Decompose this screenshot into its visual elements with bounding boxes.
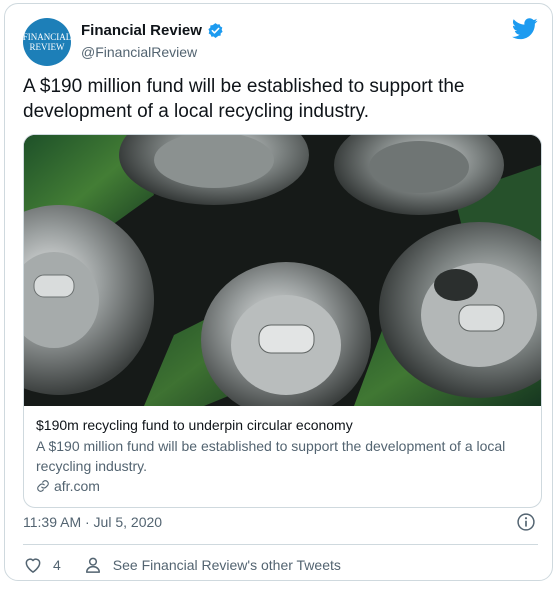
person-icon [85,557,100,573]
like-count[interactable]: 4 [53,557,61,573]
avatar-text-line1: FINANCIAL [23,32,71,42]
link-icon [37,480,49,492]
tweet-timestamp[interactable]: 11:39 AM · Jul 5, 2020 [23,514,162,530]
author-handle[interactable]: @FinancialReview [81,44,197,60]
verified-badge-icon [208,23,223,38]
avatar[interactable]: FINANCIAL REVIEW [23,18,71,66]
see-other-tweets-link[interactable]: See Financial Review's other Tweets [113,557,341,573]
author-name[interactable]: Financial Review [81,22,202,39]
link-domain: afr.com [54,478,100,494]
avatar-text-line2: REVIEW [29,42,65,52]
divider [23,544,538,545]
author-name-row: Financial Review [81,22,224,39]
heart-icon[interactable] [23,555,43,575]
link-description: A $190 million fund will be established … [36,438,506,474]
link-domain-row: afr.com [36,478,531,494]
crushed-aluminium-cans-photo [24,135,541,406]
tweet-card: FINANCIAL REVIEW Financial Review @Finan… [4,3,553,581]
info-icon[interactable] [516,512,536,532]
link-preview-card[interactable]: $190m recycling fund to underpin circula… [23,134,542,508]
link-meta: $190m recycling fund to underpin circula… [36,416,531,494]
twitter-bird-icon[interactable] [512,18,538,40]
tweet-text: A $190 million fund will be established … [23,76,465,122]
tweet-actions: 4 See Financial Review's other Tweets [23,553,341,577]
link-title[interactable]: $190m recycling fund to underpin circula… [36,416,531,435]
